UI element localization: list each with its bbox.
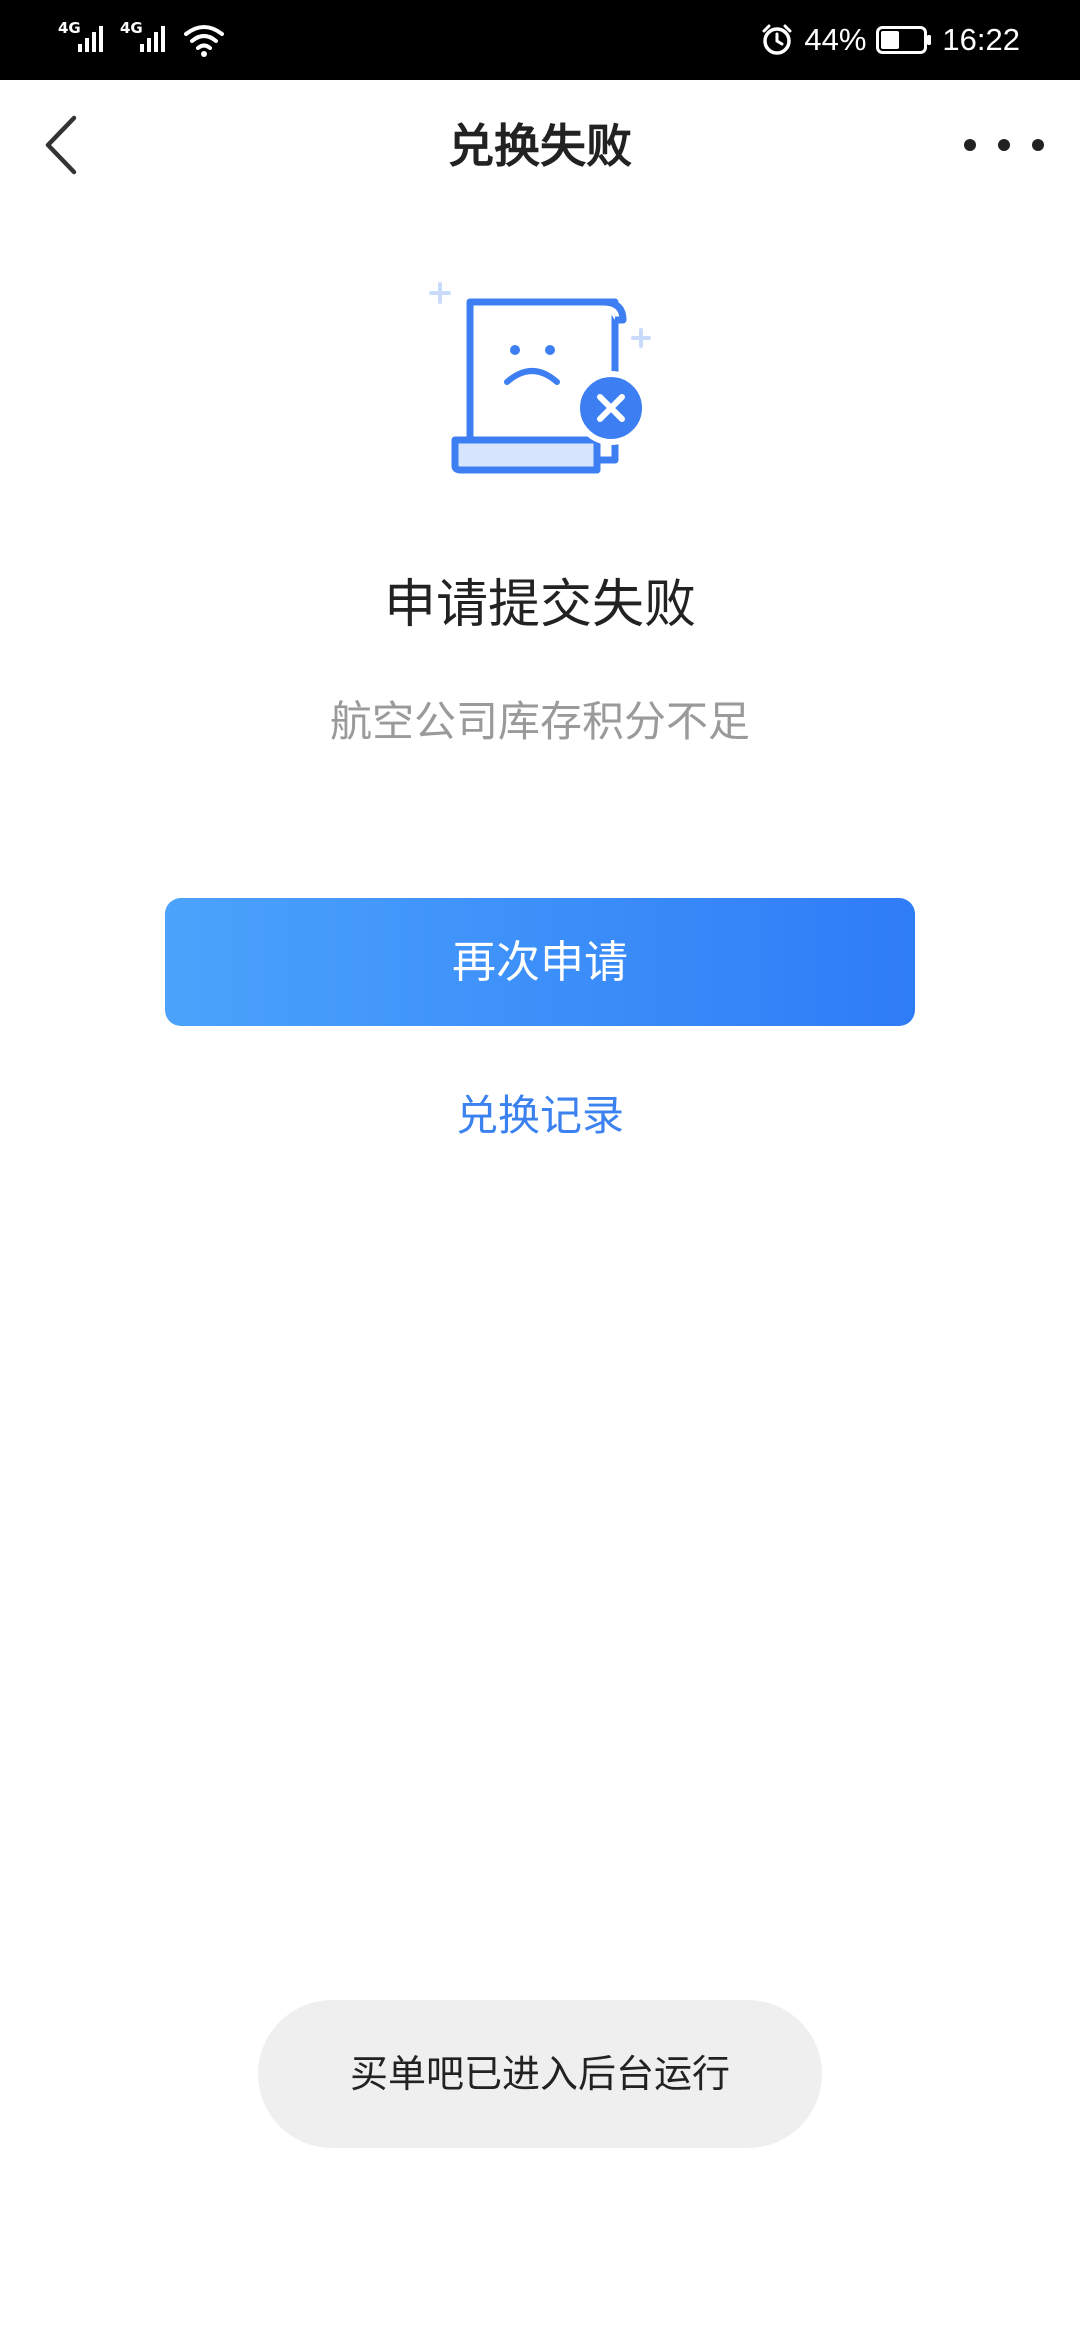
- status-bar: 4G 4G 44% 16:22: [0, 0, 1080, 80]
- more-button[interactable]: [964, 120, 1044, 170]
- signal-icon: [140, 26, 165, 52]
- result-title: 申请提交失败: [383, 575, 696, 635]
- retry-button[interactable]: 再次申请: [165, 898, 915, 1026]
- signal-icon: [78, 26, 103, 52]
- more-dot: [1032, 139, 1044, 151]
- status-bar-right: 44% 16:22: [760, 18, 1020, 62]
- sim1-signal: 4G: [58, 18, 112, 62]
- nav-bar: 兑换失败: [0, 80, 1080, 210]
- more-dots-icon: [964, 139, 976, 151]
- page-title: 兑换失败: [448, 119, 632, 173]
- toast-message: 买单吧已进入后台运行: [258, 2000, 822, 2148]
- result-reason: 航空公司库存积分不足: [329, 697, 750, 746]
- exchange-history-link[interactable]: 兑换记录: [0, 1086, 1080, 1146]
- sim2-signal: 4G: [120, 18, 174, 62]
- battery-percent: 44%: [804, 22, 867, 57]
- screen: 4G 4G 44% 16:22 兑换失败 申请提交失败 航空公司库存积分不足 再…: [0, 0, 1080, 2340]
- more-dot: [998, 139, 1010, 151]
- status-bar-left: 4G 4G: [58, 18, 226, 62]
- wifi-icon: [184, 25, 224, 57]
- failed-document-icon: [429, 282, 651, 474]
- alarm-icon: [762, 24, 792, 55]
- battery-icon: [876, 26, 932, 54]
- status-time: 16:22: [942, 22, 1020, 57]
